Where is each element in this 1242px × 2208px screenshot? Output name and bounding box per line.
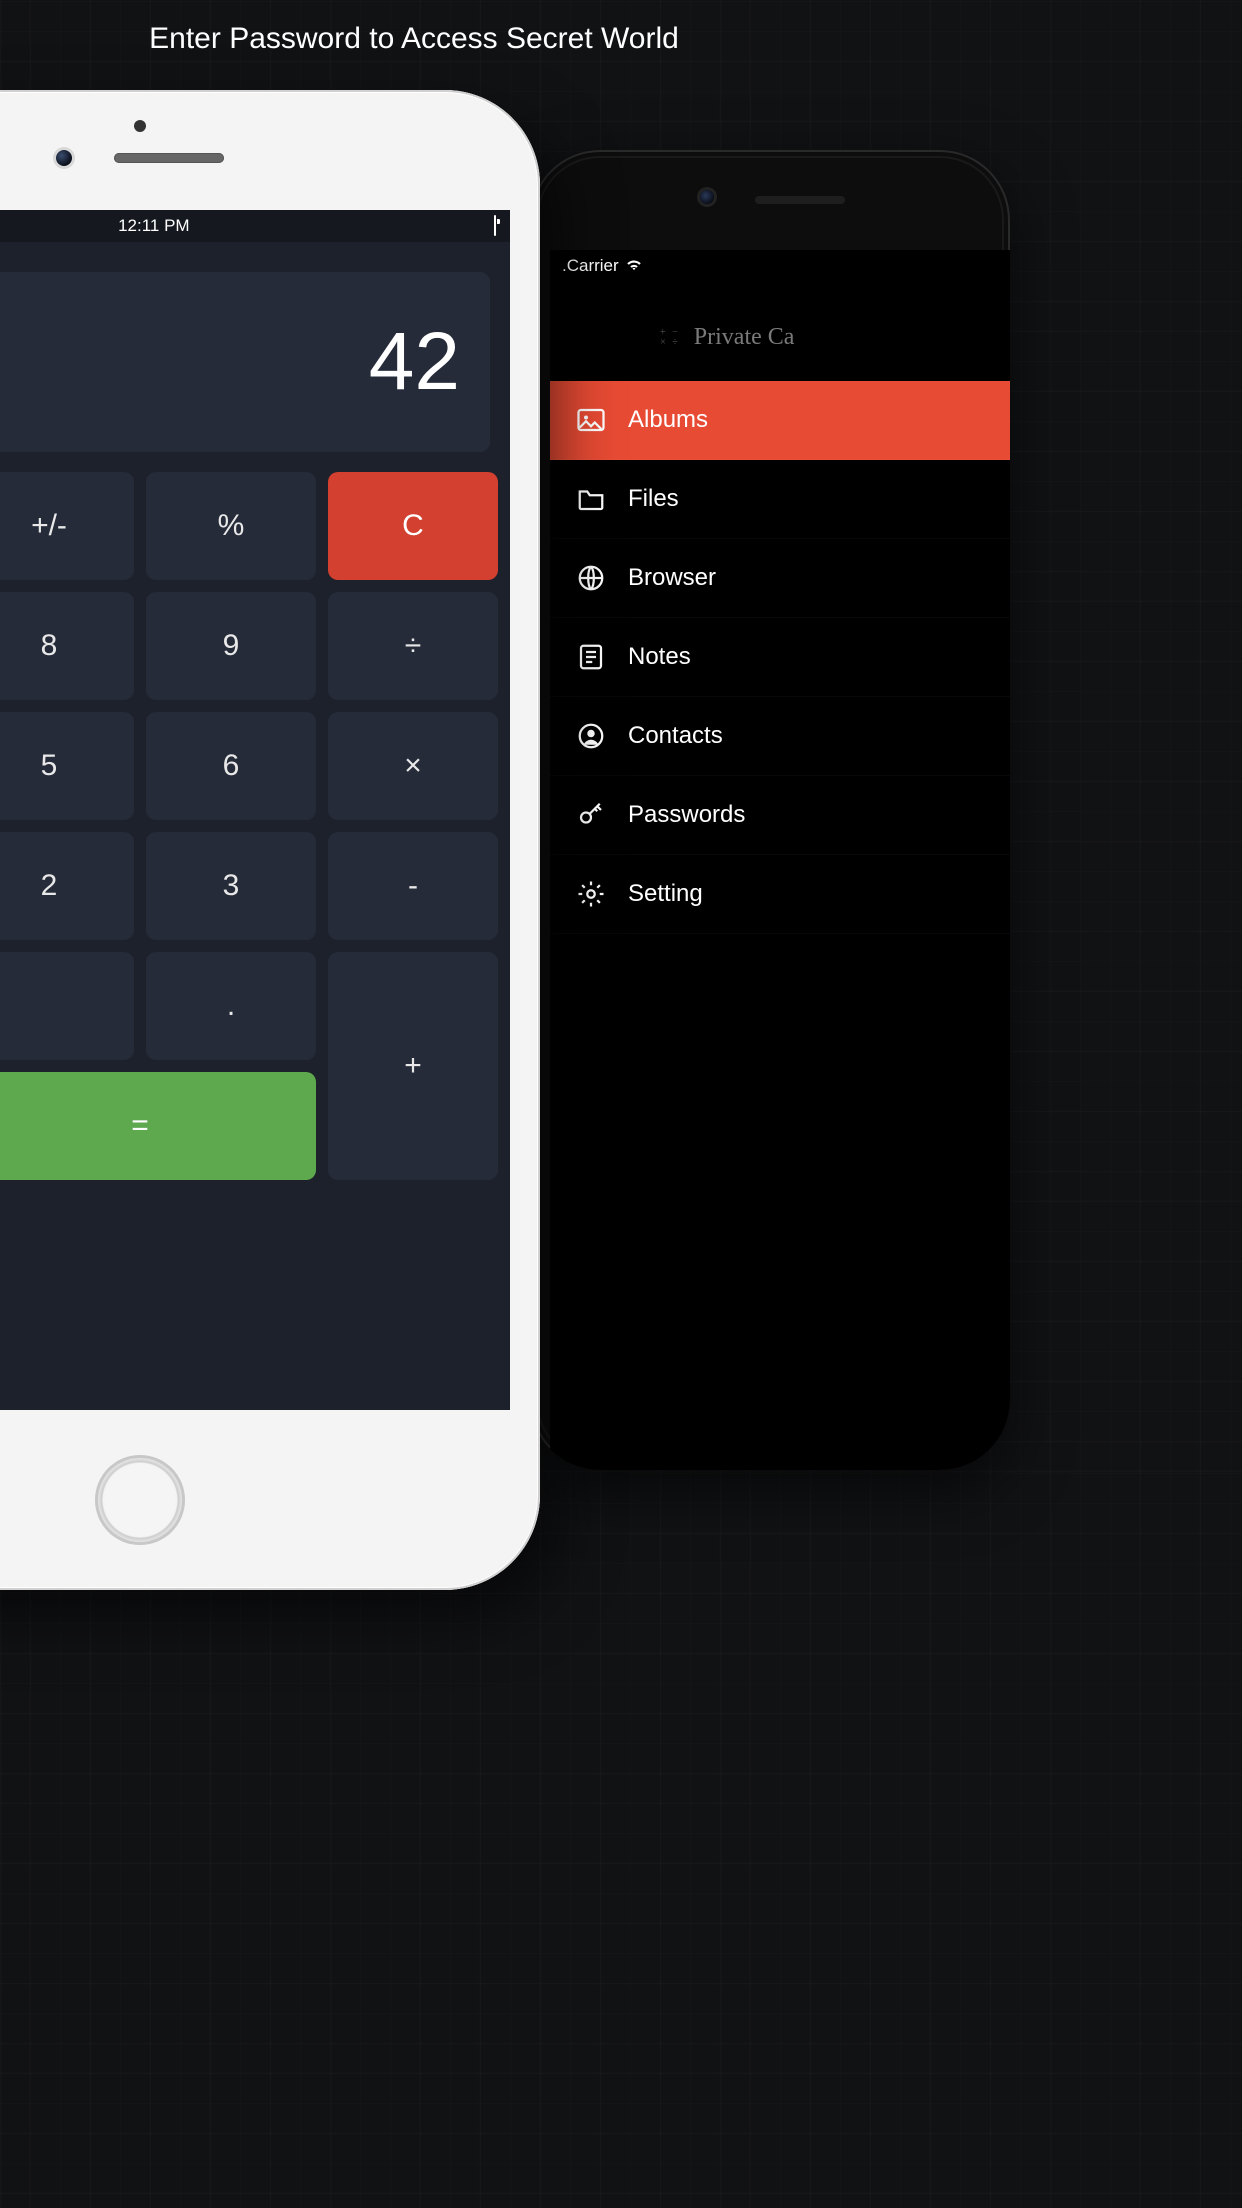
app-header: + −× ÷ Private Ca <box>550 282 1010 381</box>
status-bar: r 12:11 PM <box>0 210 510 242</box>
key-percent[interactable]: % <box>146 472 316 580</box>
key-6[interactable]: 6 <box>146 712 316 820</box>
menu-label: Notes <box>628 643 691 671</box>
menu-item-contacts[interactable]: Contacts <box>550 697 1010 776</box>
menu-label: Passwords <box>628 801 745 829</box>
key-icon <box>576 800 606 830</box>
key-3[interactable]: 3 <box>146 832 316 940</box>
phone-black-screen: .Carrier + −× ÷ Private Ca Albums Files <box>550 250 1010 1470</box>
menu: Albums Files Browser Notes Contacts Pass… <box>550 381 1010 934</box>
menu-label: Browser <box>628 564 716 592</box>
key-0[interactable]: 0 <box>0 952 134 1060</box>
sensor-dot <box>134 120 146 132</box>
battery-icon <box>494 216 496 236</box>
phone-white-speaker <box>114 153 224 163</box>
phone-black-device: .Carrier + −× ÷ Private Ca Albums Files <box>530 150 1010 1470</box>
note-icon <box>576 642 606 672</box>
wifi-icon <box>625 257 643 275</box>
folder-icon <box>576 484 606 514</box>
key-8[interactable]: 8 <box>0 592 134 700</box>
key-minus[interactable]: - <box>328 832 498 940</box>
menu-item-files[interactable]: Files <box>550 460 1010 539</box>
menu-label: Albums <box>628 406 708 434</box>
key-2[interactable]: 2 <box>0 832 134 940</box>
phone-white-screen: r 12:11 PM 42 √ +/- % C 7 8 9 ÷ <box>0 210 510 1410</box>
home-button[interactable] <box>95 1455 185 1545</box>
menu-item-browser[interactable]: Browser <box>550 539 1010 618</box>
calculator-display: 42 <box>0 272 490 452</box>
menu-item-passwords[interactable]: Passwords <box>550 776 1010 855</box>
menu-item-albums[interactable]: Albums <box>550 381 1010 460</box>
key-clear[interactable]: C <box>328 472 498 580</box>
key-9[interactable]: 9 <box>146 592 316 700</box>
menu-label: Contacts <box>628 722 723 750</box>
globe-icon <box>576 563 606 593</box>
key-plus[interactable]: + <box>328 952 498 1180</box>
key-divide[interactable]: ÷ <box>328 592 498 700</box>
phone-white-device: r 12:11 PM 42 √ +/- % C 7 8 9 ÷ <box>0 90 540 1590</box>
status-bar: .Carrier <box>550 250 1010 282</box>
key-5[interactable]: 5 <box>0 712 134 820</box>
key-sign[interactable]: +/- <box>0 472 134 580</box>
contact-icon <box>576 721 606 751</box>
phone-black-front-camera <box>700 190 714 204</box>
phone-white-top-cluster <box>0 120 540 166</box>
carrier-label: .Carrier <box>562 256 619 276</box>
key-dot[interactable]: . <box>146 952 316 1060</box>
keypad: √ +/- % C 7 8 9 ÷ 4 5 6 × 1 2 3 - <box>0 472 510 1200</box>
key-multiply[interactable]: × <box>328 712 498 820</box>
phone-white-front-camera <box>56 150 72 166</box>
albums-icon <box>576 405 606 435</box>
status-time: 12:11 PM <box>118 216 190 236</box>
menu-label: Files <box>628 485 679 513</box>
menu-label: Setting <box>628 880 703 908</box>
gear-icon <box>576 879 606 909</box>
key-equals[interactable]: = <box>0 1072 316 1180</box>
headline: Enter Password to Access Secret World <box>0 22 828 56</box>
phone-black-speaker <box>755 196 845 204</box>
calculator-logo-icon: + −× ÷ <box>660 328 680 348</box>
menu-item-setting[interactable]: Setting <box>550 855 1010 934</box>
app-title: Private Ca <box>694 324 795 351</box>
menu-item-notes[interactable]: Notes <box>550 618 1010 697</box>
